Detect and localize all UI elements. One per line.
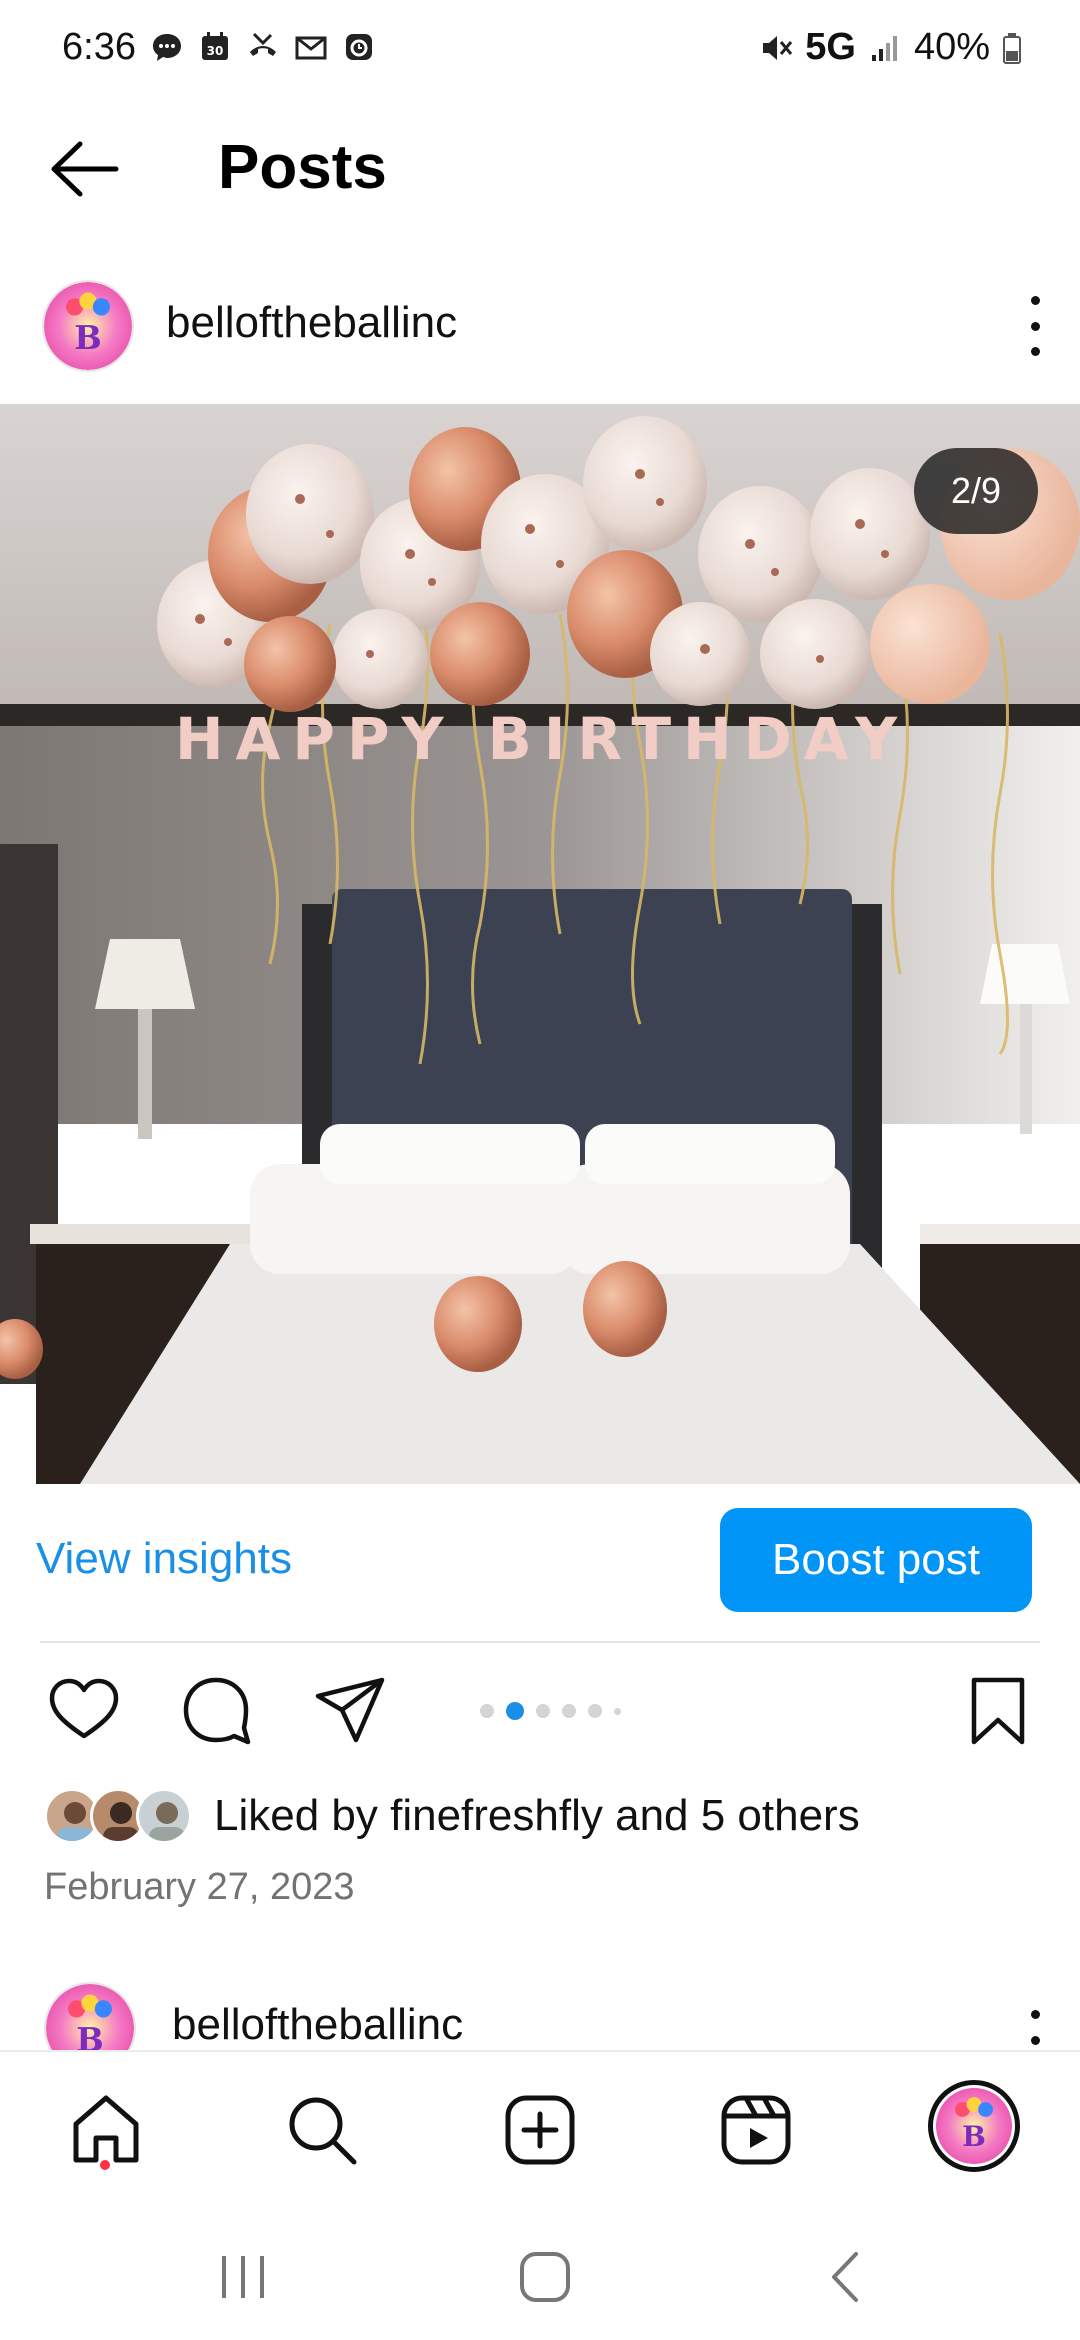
- image-counter-badge: 2/9: [914, 448, 1038, 534]
- svg-text:HAPPY BIRTHDAY: HAPPY BIRTHDAY: [175, 705, 909, 773]
- carousel-dots: [480, 1702, 621, 1720]
- gmail-icon: [295, 36, 327, 60]
- svg-text:B: B: [962, 2120, 986, 2153]
- likes-summary[interactable]: Liked by finefreshfly and 5 others: [44, 1784, 860, 1848]
- share-icon[interactable]: [312, 1672, 388, 1748]
- post-username[interactable]: belloftheballinc: [166, 298, 457, 348]
- bottom-navigation: B: [0, 2050, 1080, 2200]
- next-post-header: B belloftheballinc: [0, 1980, 1080, 2052]
- post-author-avatar[interactable]: B: [42, 280, 134, 372]
- carousel-dot-active: [506, 1702, 524, 1720]
- notification-dot: [100, 2160, 110, 2170]
- svg-text:B: B: [76, 2020, 103, 2052]
- back-arrow-icon[interactable]: [44, 134, 124, 204]
- divider: [40, 1641, 1040, 1643]
- liker-avatars: [44, 1786, 194, 1846]
- photo-content: HAPPY BIRTHDAY: [0, 404, 1080, 1484]
- post-header: B belloftheballinc: [0, 272, 1080, 382]
- more-options-icon[interactable]: [1020, 296, 1050, 356]
- battery-percent: 40%: [913, 26, 990, 68]
- notification-icons: 30: [150, 30, 376, 64]
- search-icon[interactable]: [282, 2090, 362, 2170]
- post-actions: [0, 1672, 1080, 1752]
- brand-logo-icon: B: [46, 1984, 134, 2052]
- next-post-more-icon[interactable]: [1020, 2010, 1050, 2052]
- system-navigation: [0, 2200, 1080, 2340]
- carousel-dot: [480, 1704, 494, 1718]
- status-bar: 6:36 30 5G 40%: [0, 0, 1080, 100]
- signal-icon: [871, 35, 897, 61]
- system-status: 5G 40%: [759, 26, 1022, 69]
- home-icon[interactable]: [66, 2090, 146, 2170]
- brand-logo-icon: B: [936, 2088, 1012, 2164]
- create-icon[interactable]: [500, 2090, 580, 2170]
- chat-bubble-icon: [153, 34, 181, 61]
- battery-icon: [1003, 32, 1021, 64]
- network-type: 5G: [805, 26, 856, 68]
- back-button-icon[interactable]: [812, 2242, 882, 2312]
- bookmark-icon[interactable]: [960, 1672, 1036, 1748]
- top-bar: Posts: [0, 110, 1080, 220]
- next-post-avatar[interactable]: B: [44, 1982, 136, 2052]
- heart-icon[interactable]: [46, 1672, 122, 1748]
- svg-text:30: 30: [207, 44, 224, 58]
- reels-icon[interactable]: [716, 2090, 796, 2170]
- boost-post-button[interactable]: Boost post: [720, 1508, 1032, 1612]
- likes-text: Liked by finefreshfly and 5 others: [214, 1791, 860, 1840]
- carousel-dot: [588, 1704, 602, 1718]
- missed-call-icon: [250, 32, 276, 56]
- post-photo[interactable]: HAPPY BIRTHDAY 2/9: [0, 404, 1080, 1484]
- calendar-icon: 30: [202, 32, 228, 60]
- svg-text:B: B: [74, 318, 101, 357]
- next-post-username[interactable]: belloftheballinc: [172, 2000, 463, 2050]
- liker-avatar: [136, 1788, 192, 1844]
- view-insights-link[interactable]: View insights: [36, 1534, 292, 1584]
- insights-row: View insights Boost post: [0, 1508, 1080, 1612]
- comment-icon[interactable]: [178, 1672, 254, 1748]
- recent-apps-icon[interactable]: [208, 2242, 278, 2312]
- home-button-icon[interactable]: [510, 2242, 580, 2312]
- carousel-dot: [536, 1704, 550, 1718]
- page-title: Posts: [218, 133, 387, 202]
- alarm-app-icon: [346, 34, 372, 60]
- mute-icon: [763, 35, 793, 60]
- carousel-dot: [614, 1707, 621, 1715]
- carousel-dot: [562, 1704, 576, 1718]
- profile-avatar[interactable]: B: [928, 2080, 1020, 2172]
- status-time: 6:36: [62, 26, 136, 68]
- post-date: February 27, 2023: [44, 1866, 355, 1908]
- brand-logo-icon: B: [44, 282, 132, 370]
